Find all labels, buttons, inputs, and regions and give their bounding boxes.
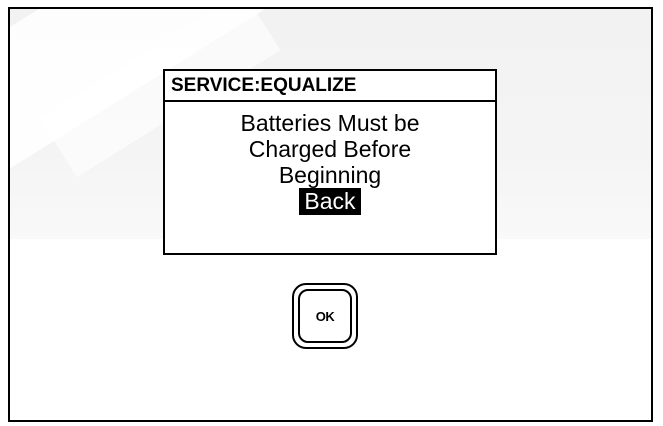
message-line: Charged Before [248, 136, 412, 162]
ok-button[interactable]: OK [292, 283, 358, 349]
message-line: Beginning [278, 162, 382, 188]
message-line: Batteries Must be [240, 110, 420, 136]
dialog-title: SERVICE:EQUALIZE [165, 71, 495, 102]
equalize-dialog: SERVICE:EQUALIZE Batteries Must be Charg… [163, 69, 497, 255]
back-option[interactable]: Back [299, 188, 361, 215]
ok-button-label: OK [298, 289, 352, 343]
dialog-body: Batteries Must be Charged Before Beginni… [165, 102, 495, 215]
